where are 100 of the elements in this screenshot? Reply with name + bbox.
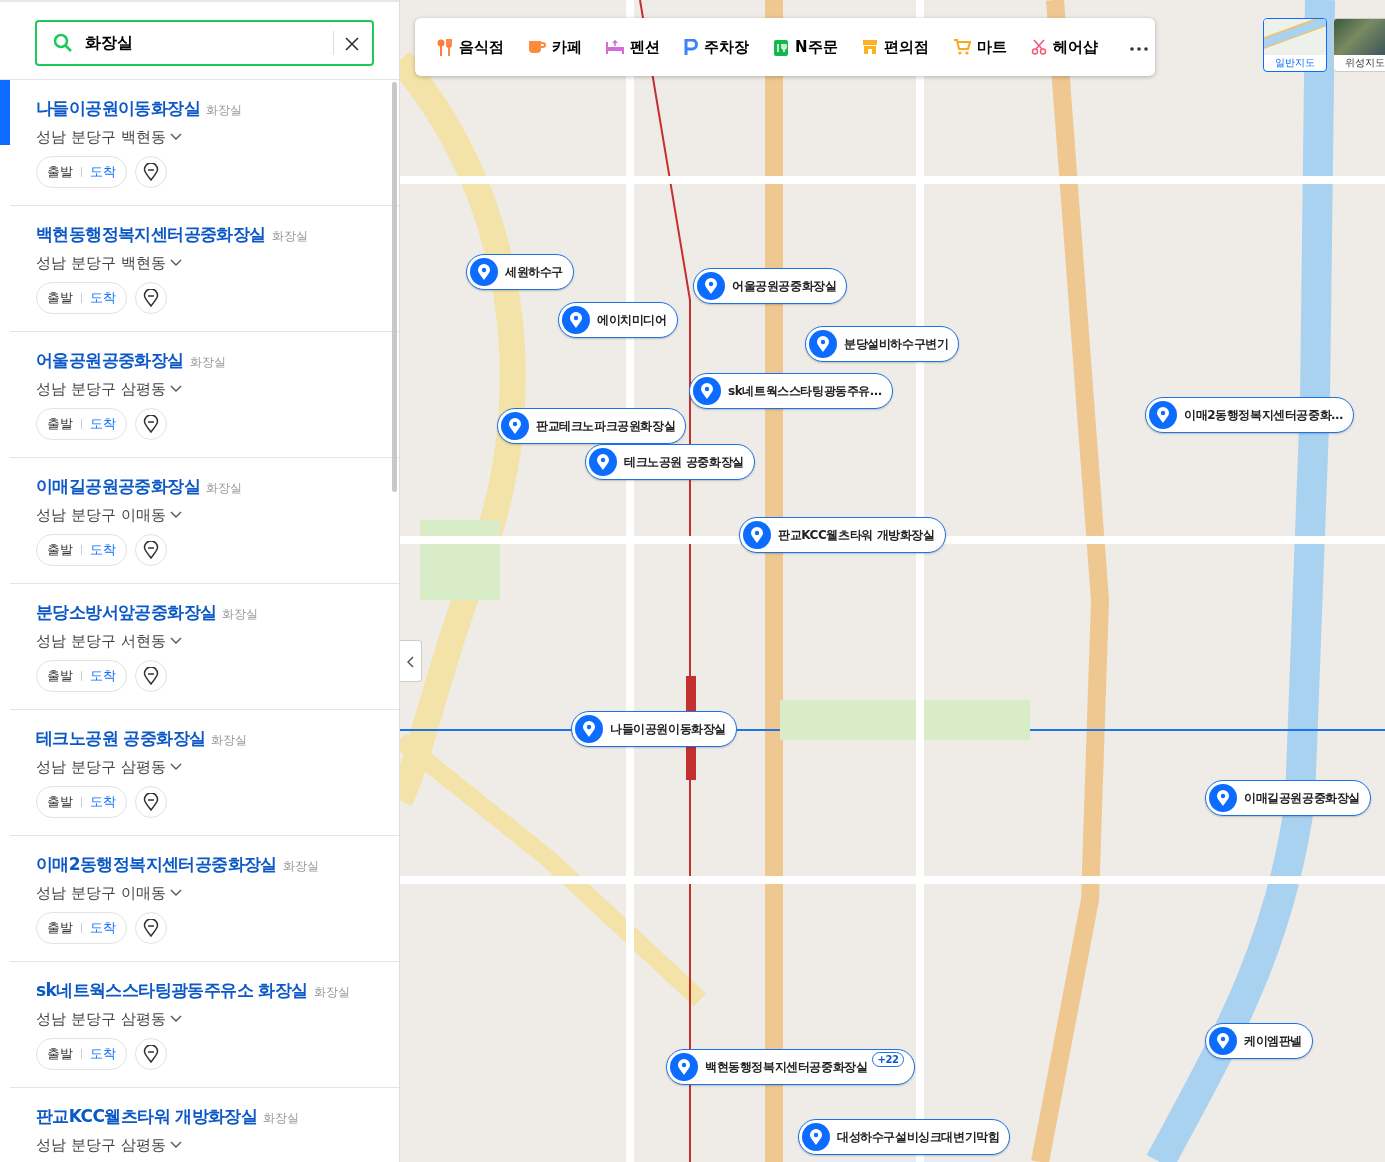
location-pin-icon (575, 715, 603, 743)
search-box[interactable]: 화장실 (35, 20, 374, 66)
result-address: 성남 분당구 이매동 (36, 504, 166, 526)
location-pin-button[interactable] (135, 912, 167, 944)
result-category: 화장실 (222, 606, 259, 623)
place-marker[interactable]: 이매길공원공중화장실 (1205, 780, 1371, 816)
depart-button[interactable]: 출발 (47, 162, 73, 182)
result-item[interactable]: sk네트웍스스타팅광동주유소 화장실 화장실 성남 분당구 삼평동 출발 도착 (10, 962, 399, 1088)
chevron-down-icon[interactable] (169, 258, 182, 267)
chevron-down-icon[interactable] (169, 1140, 182, 1149)
category-button[interactable]: 펜션 (606, 35, 672, 59)
location-pin-button[interactable] (135, 786, 167, 818)
map-type-button[interactable]: 일반지도 (1263, 18, 1327, 72)
arrive-button[interactable]: 도착 (90, 288, 116, 308)
arrive-button[interactable]: 도착 (90, 792, 116, 812)
location-pin-icon (809, 330, 837, 358)
place-marker[interactable]: 테크노공원 공중화장실 (585, 444, 755, 480)
place-marker[interactable]: 어울공원공중화장실 (693, 268, 848, 304)
place-marker[interactable]: 분당설비하수구변기 (805, 326, 960, 362)
place-marker[interactable]: 판교테크노파크공원화장실 (497, 408, 687, 444)
arrive-button[interactable]: 도착 (90, 1044, 116, 1064)
place-marker[interactable]: 세원하수구 (466, 254, 574, 290)
place-marker[interactable]: 대성하수구설비싱크대변기막힘 (798, 1119, 1011, 1155)
chevron-down-icon[interactable] (169, 132, 182, 141)
depart-button[interactable]: 출발 (47, 414, 73, 434)
result-address: 성남 분당구 삼평동 (36, 378, 166, 400)
result-title-link[interactable]: 이매2동행정복지센터공중화장실 (36, 852, 277, 878)
chevron-down-icon[interactable] (169, 888, 182, 897)
category-button[interactable]: 헤어샵 (1030, 35, 1110, 59)
result-item[interactable]: 테크노공원 공중화장실 화장실 성남 분당구 삼평동 출발 도착 (10, 710, 399, 836)
place-marker[interactable]: 에이치미디어 (558, 302, 678, 338)
result-title-link[interactable]: 이매길공원공중화장실 (36, 474, 200, 500)
place-marker[interactable]: 백현동행정복지센터공중화장실 +22 (666, 1049, 915, 1085)
arrive-button[interactable]: 도착 (90, 540, 116, 560)
category-button[interactable]: 카페 (528, 35, 594, 59)
depart-button[interactable]: 출발 (47, 666, 73, 686)
depart-button[interactable]: 출발 (47, 918, 73, 938)
depart-button[interactable]: 출발 (47, 1044, 73, 1064)
depart-button[interactable]: 출발 (47, 540, 73, 560)
place-marker[interactable]: 케이엠판넬 (1205, 1023, 1313, 1059)
location-pin-icon (802, 1123, 830, 1151)
arrive-button[interactable]: 도착 (90, 162, 116, 182)
category-button[interactable]: N주문 (773, 35, 850, 59)
result-address: 성남 분당구 백현동 (36, 126, 166, 148)
scrollbar[interactable] (392, 82, 397, 492)
arrive-button[interactable]: 도착 (90, 666, 116, 686)
category-button[interactable]: 마트 (952, 35, 1019, 59)
location-pin-button[interactable] (135, 1038, 167, 1070)
result-item[interactable]: 이매2동행정복지센터공중화장실 화장실 성남 분당구 이매동 출발 도착 (10, 836, 399, 962)
location-pin-button[interactable] (135, 660, 167, 692)
result-category: 화장실 (211, 732, 248, 749)
location-pin-icon (697, 272, 725, 300)
map-drawing[interactable] (400, 0, 1385, 1162)
location-pin-icon (1209, 1027, 1237, 1055)
location-pin-button[interactable] (135, 282, 167, 314)
result-address: 성남 분당구 삼평동 (36, 1008, 166, 1030)
result-category: 화장실 (263, 1110, 300, 1127)
chevron-down-icon[interactable] (169, 1014, 182, 1023)
location-pin-icon (143, 1045, 159, 1063)
chevron-down-icon[interactable] (169, 510, 182, 519)
location-pin-icon (562, 306, 590, 334)
result-title-link[interactable]: 나들이공원이동화장실 (36, 96, 200, 122)
arrive-button[interactable]: 도착 (90, 414, 116, 434)
place-marker[interactable]: 나들이공원이동화장실 (571, 711, 737, 747)
location-pin-button[interactable] (135, 156, 167, 188)
depart-button[interactable]: 출발 (47, 288, 73, 308)
food-icon (437, 38, 453, 56)
result-title-link[interactable]: 판교KCC웰츠타워 개방화장실 (36, 1104, 258, 1130)
result-title-link[interactable]: sk네트웍스스타팅광동주유소 화장실 (36, 978, 308, 1004)
result-title-link[interactable]: 백현동행정복지센터공중화장실 (36, 222, 266, 248)
result-item[interactable]: 분당소방서앞공중화장실 화장실 성남 분당구 서현동 출발 도착 (10, 584, 399, 710)
location-pin-icon (143, 415, 159, 433)
chevron-down-icon[interactable] (169, 384, 182, 393)
category-button[interactable]: 편의점 (861, 35, 941, 59)
place-marker[interactable]: 이매2동행정복지센터공중화… (1145, 397, 1354, 433)
location-pin-icon (693, 377, 721, 405)
result-category: 화장실 (282, 858, 319, 875)
location-pin-icon (1149, 401, 1177, 429)
search-field[interactable]: 화장실 (83, 30, 323, 56)
place-marker[interactable]: sk네트웍스스타팅광동주유… (689, 373, 893, 409)
result-item[interactable]: 판교KCC웰츠타워 개방화장실 화장실 성남 분당구 삼평동 (10, 1088, 399, 1162)
chevron-down-icon[interactable] (169, 636, 182, 645)
depart-button[interactable]: 출발 (47, 792, 73, 812)
result-title-link[interactable]: 테크노공원 공중화장실 (36, 726, 206, 752)
place-marker[interactable]: 판교KCC웰츠타워 개방화장실 (739, 517, 946, 553)
location-pin-button[interactable] (135, 408, 167, 440)
result-item[interactable]: 이매길공원공중화장실 화장실 성남 분당구 이매동 출발 도착 (10, 458, 399, 584)
location-pin-icon (589, 448, 617, 476)
result-title-link[interactable]: 어울공원공중화장실 (36, 348, 184, 374)
map-type-button[interactable]: 위성지도 (1333, 18, 1385, 72)
bed-icon (606, 40, 624, 54)
result-title-link[interactable]: 분당소방서앞공중화장실 (36, 600, 217, 626)
arrive-button[interactable]: 도착 (90, 918, 116, 938)
category-button[interactable]: 주차장 (684, 35, 761, 59)
result-address: 성남 분당구 이매동 (36, 882, 166, 904)
location-pin-icon (143, 163, 159, 181)
category-button[interactable]: 음식점 (437, 35, 516, 59)
location-pin-button[interactable] (135, 534, 167, 566)
location-pin-icon (143, 667, 159, 685)
chevron-down-icon[interactable] (169, 762, 182, 771)
